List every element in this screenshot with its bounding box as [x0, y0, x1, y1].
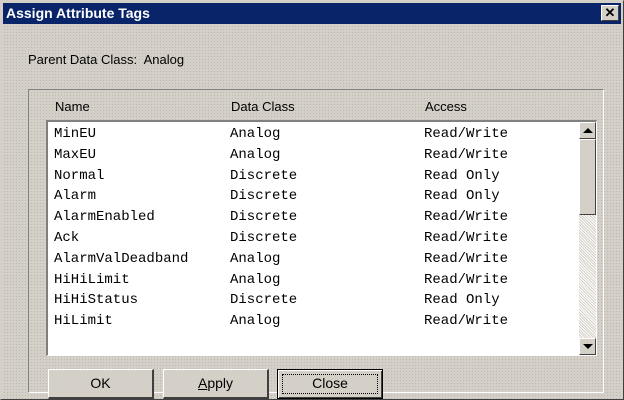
window-title: Assign Attribute Tags: [6, 5, 150, 21]
dialog-body: Parent Data Class: Analog Name Data Clas…: [3, 25, 621, 399]
column-header-data-class: Data Class: [231, 99, 295, 114]
title-bar[interactable]: Assign Attribute Tags ✕: [3, 3, 621, 24]
attribute-name: MaxEU: [54, 146, 97, 163]
scrollbar-thumb[interactable]: [579, 139, 596, 215]
attribute-name: HiHiStatus: [54, 292, 139, 309]
list-item[interactable]: Normal Discrete Read Only: [48, 166, 568, 186]
attribute-name: AlarmValDeadband: [54, 250, 189, 267]
attribute-name: Ack: [54, 230, 80, 246]
list-item[interactable]: Ack Discrete Read/Write: [48, 228, 568, 248]
attribute-data-class: Discrete: [230, 209, 298, 226]
list-item[interactable]: Alarm Discrete Read Only: [48, 186, 568, 206]
list-item[interactable]: HiLimit Analog Read/Write: [48, 311, 568, 331]
vertical-scrollbar[interactable]: [579, 122, 596, 355]
apply-button[interactable]: Apply: [163, 369, 269, 399]
scroll-down-button[interactable]: [579, 338, 596, 355]
list-item[interactable]: HiHiStatus Discrete Read Only: [48, 290, 568, 310]
attribute-data-class: Discrete: [230, 167, 298, 184]
attribute-access: Read/Write: [424, 146, 509, 163]
attribute-access: Read/Write: [424, 250, 509, 267]
list-item[interactable]: AlarmEnabled Discrete Read/Write: [48, 207, 568, 227]
attribute-name: HiHiLimit: [54, 271, 130, 288]
attribute-access: Read/Write: [424, 209, 509, 226]
attribute-name: Normal: [54, 167, 105, 184]
close-icon[interactable]: ✕: [601, 5, 619, 21]
scroll-up-button[interactable]: [579, 122, 596, 139]
attribute-access: Read/Write: [424, 313, 509, 330]
attribute-access: Read Only: [424, 167, 500, 184]
attribute-access: Read Only: [424, 292, 500, 309]
column-header-access: Access: [425, 99, 467, 114]
list-item[interactable]: HiHiLimit Analog Read/Write: [48, 270, 568, 290]
attribute-data-class: Analog: [230, 126, 281, 142]
parent-data-class: Parent Data Class: Analog: [28, 52, 184, 67]
attribute-data-class: Analog: [230, 271, 281, 288]
attribute-name: AlarmEnabled: [54, 209, 155, 226]
attribute-access: Read/Write: [424, 271, 509, 288]
close-button[interactable]: Close: [277, 369, 383, 399]
attribute-data-class: Analog: [230, 146, 281, 163]
attribute-data-class: Discrete: [230, 292, 298, 309]
attribute-data-class: Discrete: [230, 230, 298, 246]
close-button-label: Close: [312, 375, 348, 391]
list-item[interactable]: AlarmValDeadband Analog Read/Write: [48, 249, 568, 269]
apply-button-label: Apply: [197, 375, 234, 391]
attribute-data-class: Analog: [230, 250, 281, 267]
list-item[interactable]: MaxEU Analog Read/Write: [48, 145, 568, 165]
parent-data-class-value: Analog: [143, 52, 185, 67]
attribute-data-class: Discrete: [230, 188, 298, 205]
arrow-down-icon: [583, 344, 593, 349]
arrow-up-icon: [583, 128, 593, 133]
attribute-access: Read Only: [424, 188, 500, 205]
attribute-list[interactable]: MinEU Analog Read/Write MaxEU Analog Read/Wri…: [46, 120, 597, 356]
attribute-access: Read/Write: [424, 230, 509, 246]
attribute-name: MinEU: [54, 126, 97, 142]
ok-button[interactable]: OK: [48, 369, 154, 399]
list-item[interactable]: MinEU Analog Read/Write: [48, 124, 568, 144]
ok-button-label: OK: [90, 375, 111, 391]
attribute-name: HiLimit: [54, 313, 113, 330]
parent-data-class-label: Parent Data Class:: [28, 52, 138, 67]
attribute-access: Read/Write: [424, 126, 509, 142]
column-header-name: Name: [55, 99, 90, 114]
assign-attribute-tags-dialog: Assign Attribute Tags ✕ Parent Data Clas…: [0, 0, 624, 400]
attribute-data-class: Analog: [230, 313, 281, 330]
attribute-name: Alarm: [54, 188, 97, 205]
